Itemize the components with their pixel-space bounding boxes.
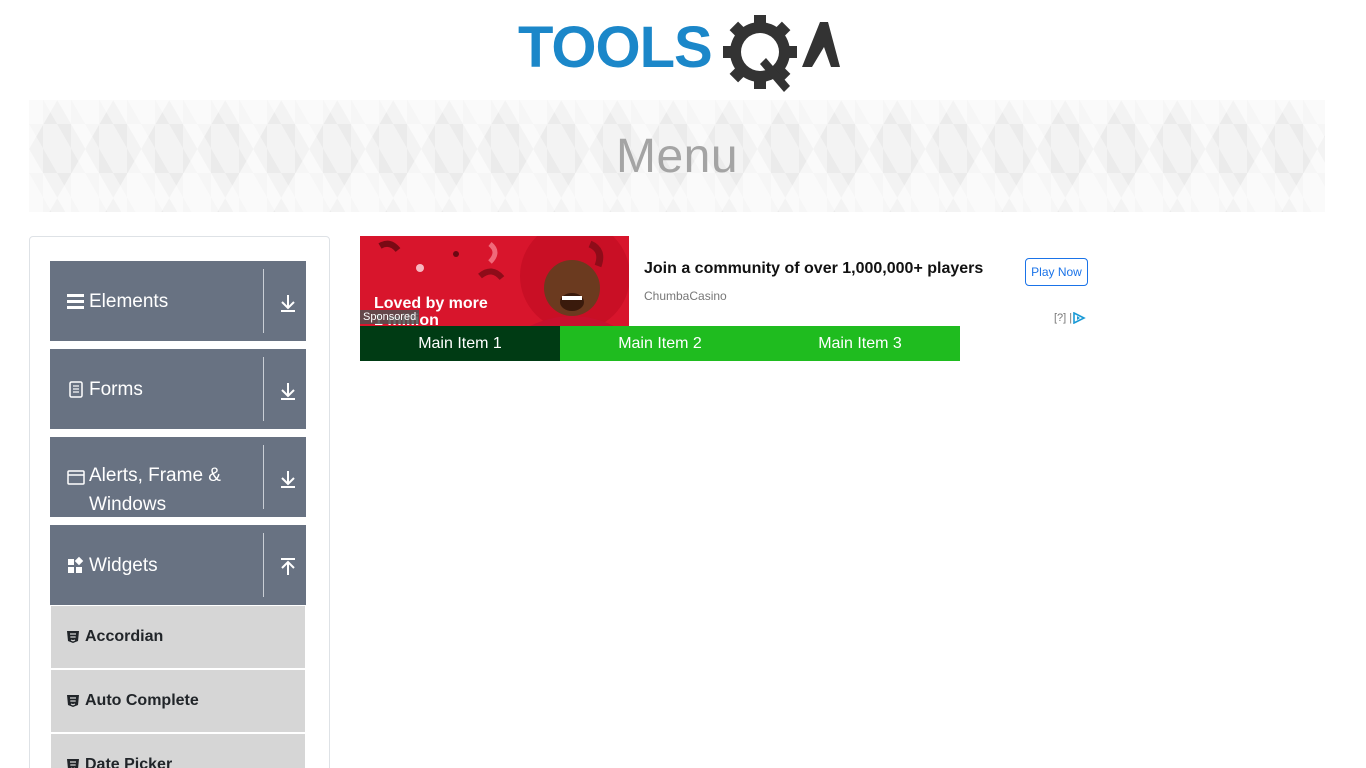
- nav-group-label: Widgets: [89, 555, 158, 576]
- nav-group-elements[interactable]: Elements: [50, 261, 306, 341]
- nav-group-label: Forms: [89, 379, 143, 400]
- adchoices-icon[interactable]: [1072, 312, 1086, 324]
- menu-item-main-1[interactable]: Main Item 1: [360, 326, 560, 361]
- ad-headline[interactable]: Join a community of over 1,000,000+ play…: [644, 260, 983, 278]
- main-menu-bar: Main Item 1 Main Item 2 Main Item 3: [360, 326, 960, 361]
- nav-item-accordian[interactable]: Accordian: [51, 606, 305, 668]
- menu-lines-icon: [67, 294, 84, 309]
- download-arrow-icon[interactable]: [276, 291, 300, 315]
- nav-group-alerts-frame-windows[interactable]: Alerts, Frame & Windows: [50, 437, 306, 517]
- window-icon: [67, 470, 85, 485]
- divider: [263, 357, 264, 421]
- nav-item-date-picker[interactable]: Date Picker: [51, 734, 305, 768]
- divider: [263, 533, 264, 597]
- html5-icon: [67, 631, 79, 643]
- ad-info-link[interactable]: [?] |: [1054, 312, 1072, 324]
- nav-item-auto-complete[interactable]: Auto Complete: [51, 670, 305, 732]
- ad-advertiser[interactable]: ChumbaCasino: [644, 289, 727, 303]
- html5-icon: [67, 759, 79, 768]
- ad-play-now-button[interactable]: Play Now: [1025, 258, 1088, 286]
- divider: [263, 445, 264, 509]
- document-icon: [69, 381, 83, 398]
- nav-item-label: Accordian: [85, 628, 164, 645]
- svg-text:TOOLS: TOOLS: [518, 15, 712, 80]
- html5-icon: [67, 695, 79, 707]
- ad-sponsored-label: Sponsored: [360, 310, 420, 324]
- divider: [263, 269, 264, 333]
- nav-group-forms[interactable]: Forms: [50, 349, 306, 429]
- left-nav-panel: Elements Forms Alerts, Frame & Windows W…: [29, 236, 330, 768]
- toolsqa-logo[interactable]: TOOLS: [518, 14, 842, 92]
- nav-item-label: Auto Complete: [85, 692, 199, 709]
- page-title: Menu: [615, 129, 739, 183]
- nav-group-widgets[interactable]: Widgets: [50, 525, 306, 605]
- menu-item-main-3[interactable]: Main Item 3: [760, 326, 960, 361]
- nav-group-label: Elements: [89, 291, 169, 312]
- ad-banner[interactable]: Loved by more 1 million Sponsored Join a…: [360, 236, 1090, 326]
- page-banner: Menu: [29, 100, 1325, 212]
- upload-arrow-icon[interactable]: [276, 555, 300, 579]
- menu-item-main-2[interactable]: Main Item 2: [560, 326, 760, 361]
- download-arrow-icon[interactable]: [276, 467, 300, 491]
- nav-group-label: Alerts, Frame & Windows: [89, 465, 221, 515]
- download-arrow-icon[interactable]: [276, 379, 300, 403]
- nav-item-label: Date Picker: [85, 756, 173, 768]
- site-header: TOOLS: [0, 0, 1366, 100]
- widgets-icon: [68, 556, 84, 573]
- ad-image[interactable]: Loved by more 1 million Sponsored: [360, 236, 629, 326]
